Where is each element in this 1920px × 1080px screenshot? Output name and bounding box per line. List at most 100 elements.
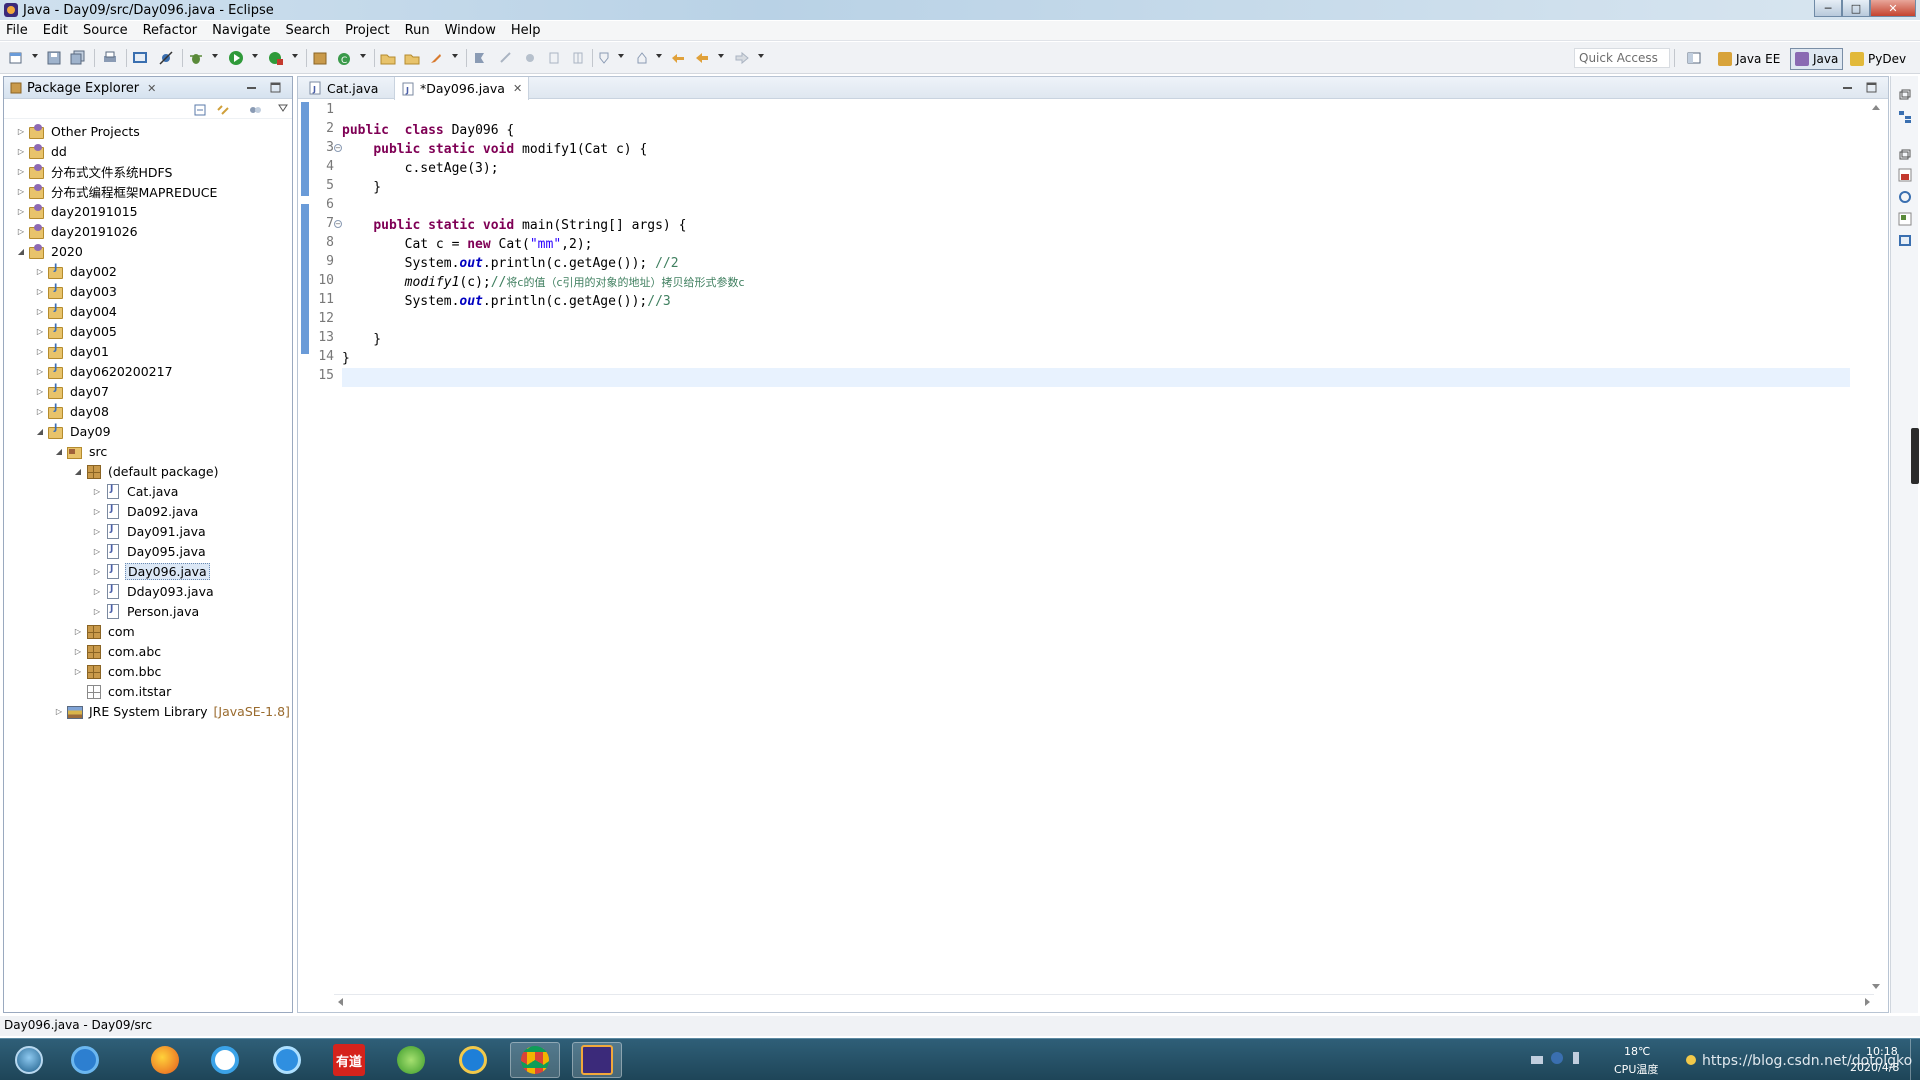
menu-file[interactable]: File bbox=[6, 23, 28, 38]
tree-item[interactable]: com.itstar bbox=[71, 681, 173, 701]
collapsed-arrow-icon[interactable]: ▷ bbox=[52, 707, 66, 716]
expanded-arrow-icon[interactable]: ◢ bbox=[71, 467, 85, 476]
restore-icon[interactable] bbox=[1898, 148, 1912, 162]
collapsed-arrow-icon[interactable]: ▷ bbox=[33, 347, 47, 356]
skip-breakpoints-icon[interactable] bbox=[158, 50, 174, 66]
external-tools-dropdown-icon[interactable] bbox=[292, 54, 298, 58]
debug-icon[interactable] bbox=[188, 50, 204, 66]
minimize-editor-icon[interactable] bbox=[1842, 82, 1853, 93]
taskbar-ie-browser[interactable] bbox=[60, 1042, 110, 1078]
start-button[interactable] bbox=[4, 1042, 54, 1078]
close-tab-icon[interactable]: ✕ bbox=[147, 82, 156, 95]
restore-icon[interactable] bbox=[1898, 88, 1912, 102]
expanded-arrow-icon[interactable]: ◢ bbox=[14, 247, 28, 256]
menu-help[interactable]: Help bbox=[511, 23, 541, 38]
tree-item[interactable]: ▷ com bbox=[71, 621, 137, 641]
tree-item[interactable]: ▷ Day091.java bbox=[90, 521, 208, 541]
code-line[interactable]: } bbox=[342, 349, 350, 368]
tree-item[interactable]: ◢ (default package) bbox=[71, 461, 220, 481]
collapsed-arrow-icon[interactable]: ▷ bbox=[33, 287, 47, 296]
previous-annotation-icon[interactable] bbox=[634, 50, 650, 66]
clock-date[interactable]: 2020/4/8 bbox=[1850, 1061, 1899, 1074]
scroll-down-icon[interactable] bbox=[1872, 984, 1880, 989]
tree-item[interactable]: ▷ Day095.java bbox=[90, 541, 208, 561]
tree-item[interactable]: ▷ day003 bbox=[33, 281, 119, 301]
tree-item[interactable]: ▷ 分布式编程框架MAPREDUCE bbox=[14, 181, 219, 201]
code-line[interactable]: Cat c = new Cat("mm",2); bbox=[342, 235, 593, 254]
taskbar-green-app[interactable] bbox=[386, 1042, 436, 1078]
taskbar-baidu-netdisk[interactable] bbox=[200, 1042, 250, 1078]
help-icon[interactable] bbox=[1550, 1051, 1564, 1065]
side-handle[interactable] bbox=[1911, 428, 1919, 484]
word-wrap-icon[interactable] bbox=[546, 50, 562, 66]
taskbar-firefox[interactable] bbox=[140, 1042, 190, 1078]
tree-item[interactable]: ▷ day20191026 bbox=[14, 221, 140, 241]
code-line[interactable]: c.setAge(3); bbox=[342, 159, 499, 178]
new-java-package-icon[interactable] bbox=[312, 50, 328, 66]
run-icon[interactable] bbox=[228, 50, 244, 66]
tree-item[interactable]: ▷ dd bbox=[14, 141, 69, 161]
code-line[interactable] bbox=[342, 368, 1850, 387]
collapsed-arrow-icon[interactable]: ▷ bbox=[90, 587, 104, 596]
tree-item[interactable]: ▷ Cat.java bbox=[90, 481, 180, 501]
focus-on-active-task-icon[interactable] bbox=[248, 103, 262, 117]
collapsed-arrow-icon[interactable]: ▷ bbox=[90, 547, 104, 556]
collapsed-arrow-icon[interactable]: ▷ bbox=[14, 207, 28, 216]
previous-annotation-dropdown-icon[interactable] bbox=[656, 54, 662, 58]
collapsed-arrow-icon[interactable]: ▷ bbox=[14, 187, 28, 196]
tree-item[interactable]: ▷ day08 bbox=[33, 401, 111, 421]
weather-icon[interactable] bbox=[1684, 1053, 1698, 1067]
tree-item[interactable]: ▷ day20191015 bbox=[14, 201, 140, 221]
collapsed-arrow-icon[interactable]: ▷ bbox=[33, 407, 47, 416]
close-tab-icon[interactable]: ✕ bbox=[513, 82, 522, 95]
collapsed-arrow-icon[interactable]: ▷ bbox=[33, 387, 47, 396]
collapsed-arrow-icon[interactable]: ▷ bbox=[71, 667, 85, 676]
tree-item[interactable]: ▷ day0620200217 bbox=[33, 361, 175, 381]
forward-icon[interactable] bbox=[734, 50, 750, 66]
code-line[interactable]: public class Day096 { bbox=[342, 121, 514, 140]
tree-item[interactable]: ◢ 2020 bbox=[14, 241, 85, 261]
expanded-arrow-icon[interactable]: ◢ bbox=[33, 427, 47, 436]
new-icon[interactable] bbox=[8, 50, 24, 66]
menu-window[interactable]: Window bbox=[445, 23, 496, 38]
new-dropdown-icon[interactable] bbox=[32, 54, 38, 58]
tree-item[interactable]: ▷ Person.java bbox=[90, 601, 201, 621]
fold-collapse-icon[interactable]: − bbox=[334, 144, 342, 152]
menu-source[interactable]: Source bbox=[83, 23, 128, 38]
maximize-view-icon[interactable] bbox=[270, 82, 281, 93]
menu-navigate[interactable]: Navigate bbox=[212, 23, 270, 38]
tree-item[interactable]: ▷ Other Projects bbox=[14, 121, 142, 141]
debug-dropdown-icon[interactable] bbox=[212, 54, 218, 58]
tree-item[interactable]: ▷ 分布式文件系统HDFS bbox=[14, 161, 174, 181]
pilcrow-icon[interactable] bbox=[570, 50, 586, 66]
toggle-block-selection-icon[interactable] bbox=[498, 50, 514, 66]
problems-icon[interactable] bbox=[1898, 168, 1912, 182]
tab-package-explorer[interactable]: Package Explorer ✕ bbox=[4, 77, 162, 99]
tree-item[interactable]: ▷ com.bbc bbox=[71, 661, 163, 681]
print-icon[interactable] bbox=[102, 50, 118, 66]
next-annotation-dropdown-icon[interactable] bbox=[618, 54, 624, 58]
collapsed-arrow-icon[interactable]: ▷ bbox=[90, 487, 104, 496]
tab-day096-java[interactable]: J *Day096.java ✕ bbox=[394, 77, 530, 100]
taskbar-youdao[interactable]: 有道 bbox=[324, 1042, 374, 1078]
menu-edit[interactable]: Edit bbox=[43, 23, 68, 38]
link-with-editor-icon[interactable] bbox=[216, 103, 230, 117]
horizontal-scrollbar[interactable] bbox=[334, 994, 1874, 1008]
new-class-dropdown-icon[interactable] bbox=[360, 54, 366, 58]
back-dropdown-icon[interactable] bbox=[718, 54, 724, 58]
next-annotation-icon[interactable] bbox=[596, 50, 612, 66]
show-desktop-button[interactable] bbox=[1910, 1039, 1920, 1080]
tab-cat-java[interactable]: J Cat.java bbox=[302, 77, 384, 99]
collapsed-arrow-icon[interactable]: ▷ bbox=[14, 147, 28, 156]
collapsed-arrow-icon[interactable]: ▷ bbox=[90, 527, 104, 536]
expanded-arrow-icon[interactable]: ◢ bbox=[52, 447, 66, 456]
run-dropdown-icon[interactable] bbox=[252, 54, 258, 58]
minimize-button[interactable]: ─ bbox=[1814, 0, 1842, 17]
back-icon[interactable] bbox=[694, 50, 710, 66]
perspective-pydev[interactable]: PyDev bbox=[1846, 48, 1910, 70]
taskbar-cloud-app[interactable] bbox=[262, 1042, 312, 1078]
fold-collapse-icon[interactable]: − bbox=[334, 220, 342, 228]
scroll-left-icon[interactable] bbox=[338, 998, 343, 1006]
tree-item[interactable]: ▷ day002 bbox=[33, 261, 119, 281]
code-line[interactable]: modify1(c);//将c的值（c引用的对象的地址）拷贝给形式参数c bbox=[342, 273, 745, 292]
